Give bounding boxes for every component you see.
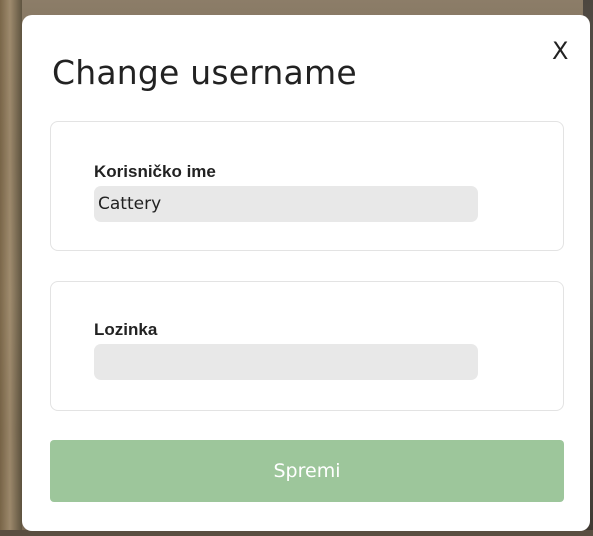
username-input[interactable]	[94, 186, 478, 222]
username-label: Korisničko ime	[94, 162, 216, 181]
dialog-title: Change username	[52, 53, 357, 92]
username-field-card: Korisničko ime	[50, 121, 564, 251]
password-field-card: Lozinka	[50, 281, 564, 411]
close-button[interactable]: X	[552, 39, 568, 63]
password-label: Lozinka	[94, 320, 158, 339]
password-input[interactable]	[94, 344, 478, 380]
save-button[interactable]: Spremi	[50, 440, 564, 502]
change-username-dialog: Change username X Korisničko ime Lozinka…	[22, 15, 590, 531]
